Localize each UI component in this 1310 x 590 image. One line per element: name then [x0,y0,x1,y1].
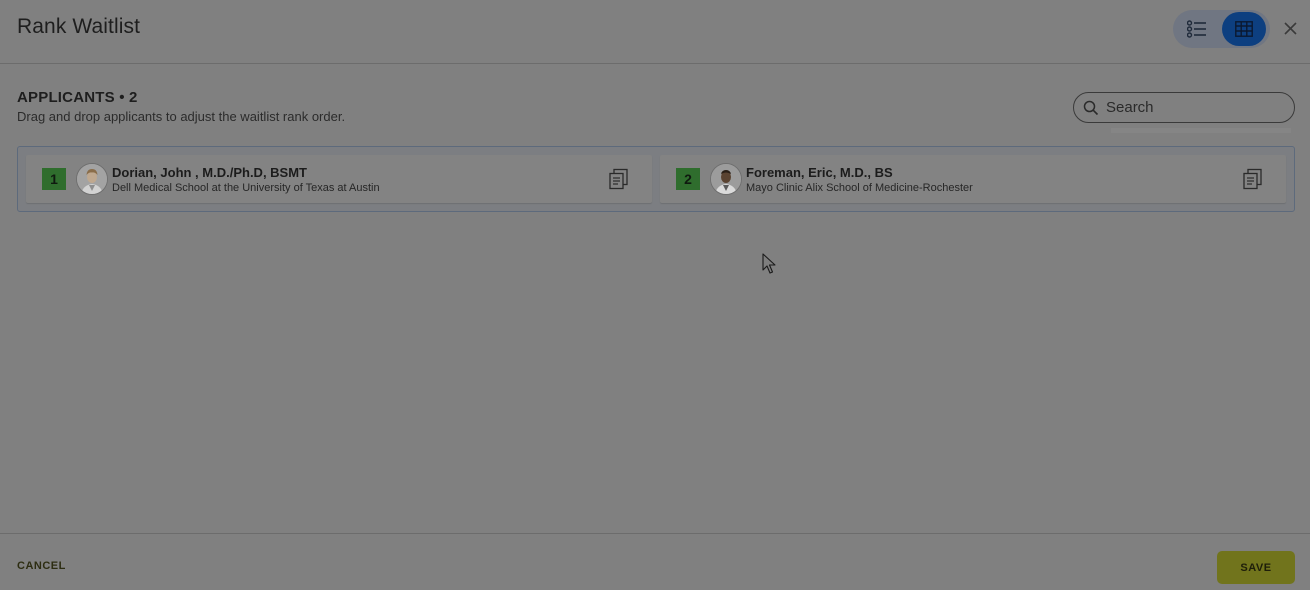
save-button[interactable]: SAVE [1217,551,1295,584]
grid-icon [1235,21,1253,37]
cancel-button[interactable]: CANCEL [17,560,66,572]
applicant-school: Mayo Clinic Alix School of Medicine-Roch… [746,182,973,194]
search-icon [1083,100,1099,116]
search-box [1073,92,1295,123]
applicant-school: Dell Medical School at the University of… [112,182,380,194]
applicant-list: 1 Dorian, John , M.D./Ph.D, BSMT Dell Me… [17,146,1295,212]
applicants-heading: APPLICANTS • 2 [17,89,138,106]
rank-waitlist-modal: Rank Waitlist APPLICANTS • 2 Drag and dr… [0,0,1310,590]
applicant-name: Foreman, Eric, M.D., BS [746,165,893,180]
modal-header: Rank Waitlist [0,0,1310,64]
search-input[interactable] [1106,96,1286,119]
applicant-card[interactable]: 1 Dorian, John , M.D./Ph.D, BSMT Dell Me… [26,155,652,203]
applicant-name: Dorian, John , M.D./Ph.D, BSMT [112,165,307,180]
applicant-card[interactable]: 2 Foreman, Eric, M.D., BS Mayo Clinic Al… [660,155,1286,203]
modal-footer: CANCEL SAVE [0,533,1310,590]
page-title: Rank Waitlist [17,15,141,38]
search-divider [1111,128,1291,133]
applicants-instructions: Drag and drop applicants to adjust the w… [17,109,346,124]
mouse-cursor-icon [762,253,776,274]
avatar [710,163,742,195]
view-toggle [1173,10,1270,48]
close-button[interactable] [1280,18,1300,38]
avatar-photo-icon [711,164,741,194]
list-icon [1187,20,1206,38]
document-icon[interactable] [1242,168,1264,190]
rank-badge: 2 [676,168,700,190]
list-view-button[interactable] [1175,12,1219,46]
close-icon [1283,21,1297,35]
document-icon[interactable] [608,168,630,190]
avatar [76,163,108,195]
grid-view-button[interactable] [1222,12,1266,46]
avatar-photo-icon [77,164,107,194]
rank-badge: 1 [42,168,66,190]
